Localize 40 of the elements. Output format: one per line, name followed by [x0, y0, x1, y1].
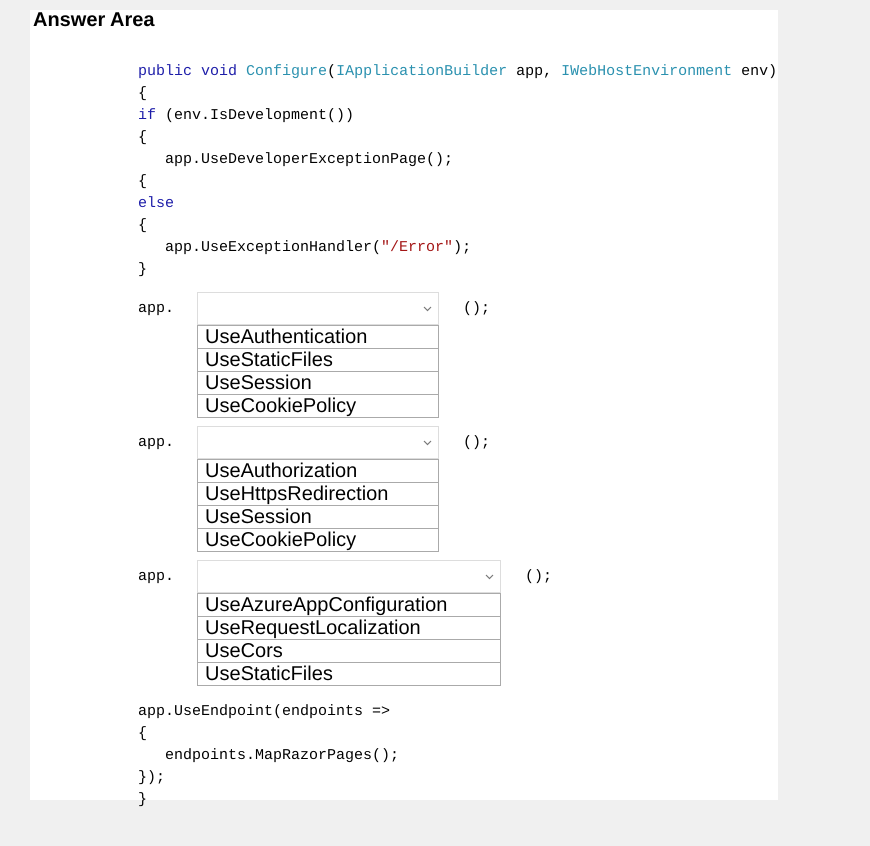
code-text: app.	[138, 299, 176, 319]
answer-area-title: Answer Area	[32, 10, 156, 30]
answer-option[interactable]: UseAzureAppConfiguration	[198, 593, 500, 616]
code-line: {	[138, 128, 148, 148]
chevron-down-icon	[423, 440, 432, 446]
code-line: {	[138, 216, 148, 236]
answer-option[interactable]: UseStaticFiles	[198, 348, 438, 371]
code-text: app.	[138, 433, 176, 453]
code-line: public void Configure(IApplicationBuilder app, IWebHostEnvironment env)	[138, 62, 778, 82]
dropdown[interactable]	[197, 426, 439, 459]
code-line: }	[138, 790, 148, 810]
answer-option[interactable]: UseAuthentication	[198, 325, 438, 348]
code-text: app.	[138, 567, 176, 587]
answer-option[interactable]: UseSession	[198, 505, 438, 528]
dropdown[interactable]	[197, 292, 439, 325]
answer-option[interactable]: UseCors	[198, 639, 500, 662]
code-line: {	[138, 172, 148, 192]
chevron-down-icon	[485, 574, 494, 580]
code-line: });	[138, 768, 166, 788]
code-line: if (env.IsDevelopment())	[138, 106, 354, 126]
code-text: ();	[463, 433, 490, 453]
chevron-down-icon	[423, 306, 432, 312]
code-line: app.UseEndpoint(endpoints =>	[138, 702, 390, 722]
answer-option[interactable]: UseHttpsRedirection	[198, 482, 438, 505]
answer-option[interactable]: UseCookiePolicy	[198, 528, 438, 551]
answer-option[interactable]: UseAuthorization	[198, 459, 438, 482]
code-text: ();	[463, 299, 490, 319]
answer-option[interactable]: UseRequestLocalization	[198, 616, 500, 639]
answer-option[interactable]: UseSession	[198, 371, 438, 394]
code-line: app.UseExceptionHandler("/Error");	[164, 238, 472, 258]
code-line: else	[138, 194, 174, 214]
answer-option[interactable]: UseStaticFiles	[198, 662, 500, 685]
code-line: }	[138, 260, 148, 280]
code-text: ();	[525, 567, 552, 587]
dropdown[interactable]	[197, 560, 501, 593]
code-line: {	[138, 724, 148, 744]
code-line: {	[138, 84, 148, 104]
answer-option[interactable]: UseCookiePolicy	[198, 394, 438, 417]
code-line: endpoints.MapRazorPages();	[164, 746, 400, 766]
code-line: app.UseDeveloperExceptionPage();	[164, 150, 454, 170]
